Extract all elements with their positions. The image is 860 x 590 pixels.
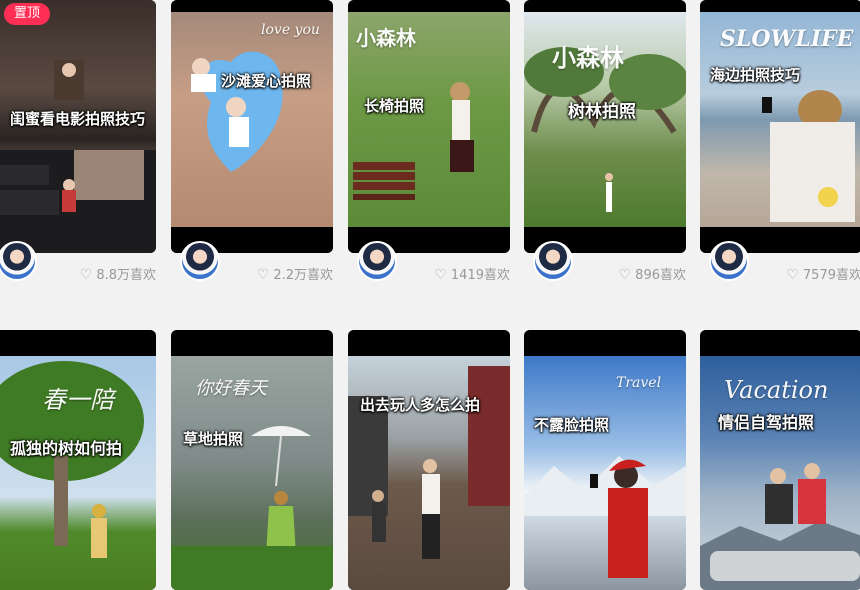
note-caption: 不露脸拍照 — [534, 416, 610, 434]
cover-overlay-text: 小森林 — [356, 26, 416, 50]
cover-overlay-text: love you — [261, 22, 320, 38]
note-cover[interactable]: love you 沙滩爱心拍照 — [171, 0, 333, 253]
note-cover[interactable]: SLOWLIFE 海边拍照技巧 — [700, 0, 860, 253]
cover-overlay-text: SLOWLIFE — [720, 26, 854, 52]
like-count[interactable]: ♡ 896喜欢 — [619, 264, 686, 283]
note-caption: 闺蜜看电影拍照技巧 — [10, 110, 146, 128]
note-caption: 海边拍照技巧 — [710, 66, 801, 84]
like-count[interactable]: ♡ 1419喜欢 — [434, 264, 510, 283]
note-caption: 长椅拍照 — [364, 97, 425, 115]
heart-icon[interactable]: ♡ — [80, 267, 93, 283]
cover-overlay-text: 小森林 — [552, 43, 624, 72]
note-cover[interactable]: 出去玩人多怎么拍 — [348, 330, 510, 590]
user-avatar[interactable] — [357, 241, 397, 281]
note-cover[interactable]: 小森林 长椅拍照 — [348, 0, 510, 253]
like-count[interactable]: ♡ 8.8万喜欢 — [80, 264, 156, 283]
user-avatar[interactable] — [180, 241, 220, 281]
note-caption: 出去玩人多怎么拍 — [360, 396, 481, 414]
cover-overlay-text: 你好春天 — [195, 378, 267, 399]
note-caption: 草地拍照 — [183, 430, 244, 448]
pinned-badge: 置顶 — [4, 3, 51, 25]
heart-icon[interactable]: ♡ — [619, 267, 632, 283]
cover-overlay-text: Travel — [616, 375, 662, 391]
note-cover[interactable]: 小森林 树林拍照 — [524, 0, 686, 253]
note-caption: 孤独的树如何拍 — [10, 439, 123, 458]
heart-icon[interactable]: ♡ — [786, 267, 799, 283]
heart-icon[interactable]: ♡ — [434, 267, 447, 283]
note-cover[interactable]: 春一陪 孤独的树如何拍 — [0, 330, 156, 590]
note-cover[interactable]: Travel 不露脸拍照 — [524, 330, 686, 590]
user-avatar[interactable] — [0, 241, 37, 281]
user-avatar[interactable] — [709, 241, 749, 281]
note-cover[interactable]: Vacation 情侣自驾拍照 — [700, 330, 860, 590]
note-cover[interactable]: 你好春天 草地拍照 — [171, 330, 333, 590]
note-caption: 情侣自驾拍照 — [718, 413, 815, 432]
user-avatar[interactable] — [533, 241, 573, 281]
cover-overlay-text: 春一陪 — [42, 386, 114, 414]
note-cover[interactable]: 闺蜜看电影拍照技巧 — [0, 0, 156, 253]
note-caption: 沙滩爱心拍照 — [221, 72, 312, 90]
cover-overlay-text: Vacation — [724, 376, 829, 404]
like-count[interactable]: ♡ 7579喜欢 — [786, 264, 860, 283]
like-count[interactable]: ♡ 2.2万喜欢 — [257, 264, 333, 283]
heart-icon[interactable]: ♡ — [257, 267, 270, 283]
note-caption: 树林拍照 — [568, 102, 636, 122]
